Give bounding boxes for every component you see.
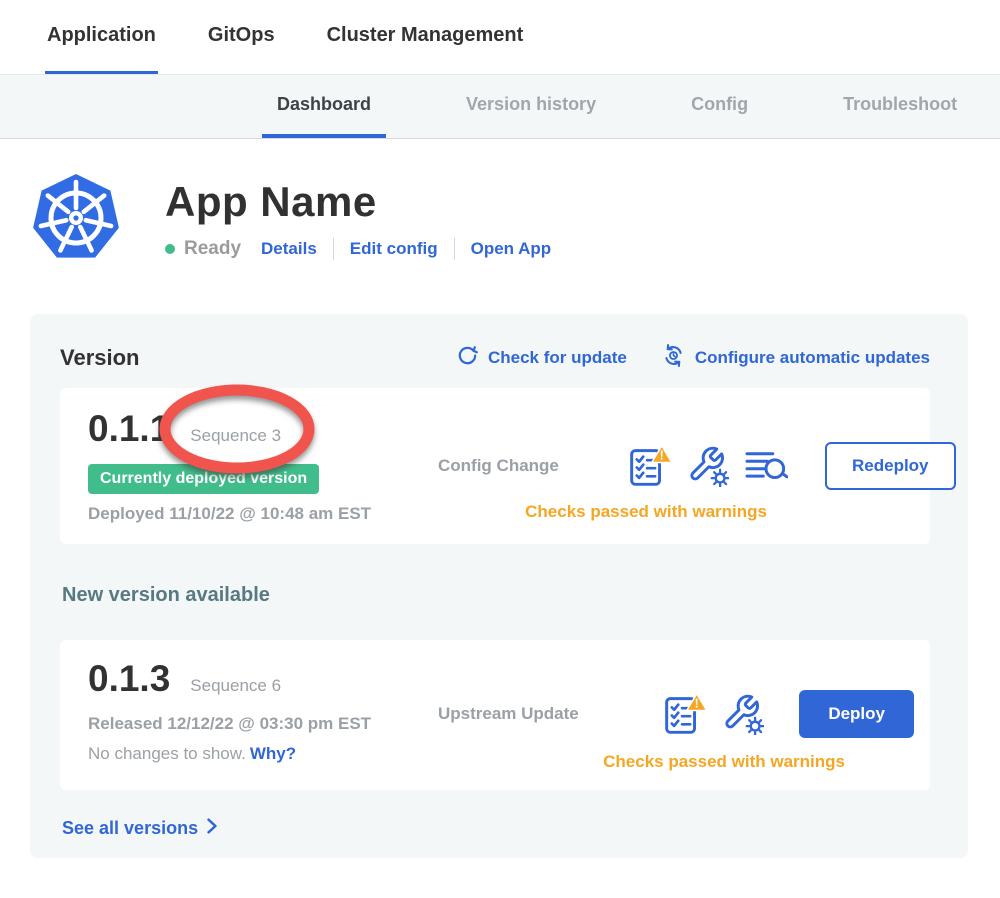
tab-config[interactable]: Config xyxy=(676,75,763,138)
page-title: App Name xyxy=(165,178,551,226)
svg-text:!: ! xyxy=(695,697,699,711)
config-edit-icon[interactable] xyxy=(687,445,729,487)
edit-config-link[interactable]: Edit config xyxy=(350,239,438,259)
kubernetes-logo-icon xyxy=(30,172,122,264)
new-version-card: 0.1.3 Sequence 6 Released 12/12/22 @ 03:… xyxy=(60,640,930,790)
check-for-update-label: Check for update xyxy=(488,348,627,368)
chevron-right-icon xyxy=(206,818,218,839)
tab-cluster-management[interactable]: Cluster Management xyxy=(325,0,526,74)
new-version-source-label: Upstream Update xyxy=(438,704,628,724)
preflight-checks-warning-icon[interactable]: ! xyxy=(663,692,707,736)
primary-nav: Application GitOps Cluster Management xyxy=(0,0,1000,75)
divider xyxy=(333,238,334,260)
new-sequence-label: Sequence 6 xyxy=(190,676,281,696)
status-dot-icon xyxy=(165,244,175,254)
secondary-nav: Dashboard Version history Config Trouble… xyxy=(0,75,1000,139)
divider xyxy=(454,238,455,260)
status-text: Ready xyxy=(184,238,241,260)
see-all-versions-link[interactable]: See all versions xyxy=(62,818,218,839)
tab-dashboard[interactable]: Dashboard xyxy=(262,75,386,138)
details-link[interactable]: Details xyxy=(261,239,317,259)
current-version-number: 0.1.1 xyxy=(88,408,170,450)
preflight-status-text: Checks passed with warnings xyxy=(603,752,845,772)
deployed-status-badge: Currently deployed version xyxy=(88,464,319,494)
tab-version-history[interactable]: Version history xyxy=(451,75,611,138)
tab-application[interactable]: Application xyxy=(45,0,158,74)
current-sequence-label: Sequence 3 xyxy=(190,426,281,446)
preflight-status-text: Checks passed with warnings xyxy=(525,502,767,522)
new-version-number: 0.1.3 xyxy=(88,658,170,700)
configure-automatic-updates-label: Configure automatic updates xyxy=(695,348,930,368)
version-heading: Version xyxy=(60,345,139,371)
view-files-icon[interactable] xyxy=(744,447,788,485)
svg-text:!: ! xyxy=(660,449,664,463)
config-edit-icon[interactable] xyxy=(722,693,764,735)
app-status-row: Ready Details Edit config Open App xyxy=(165,238,551,260)
check-for-update-link[interactable]: Check for update xyxy=(456,344,627,372)
see-all-versions-label: See all versions xyxy=(62,818,198,839)
deploy-button[interactable]: Deploy xyxy=(799,690,914,738)
configure-automatic-updates-link[interactable]: Configure automatic updates xyxy=(661,343,930,373)
tab-troubleshoot[interactable]: Troubleshoot xyxy=(828,75,972,138)
new-version-heading: New version available xyxy=(62,584,930,607)
released-timestamp: Released 12/12/22 @ 03:30 pm EST xyxy=(88,714,438,734)
tab-gitops[interactable]: GitOps xyxy=(206,0,277,74)
current-version-card: 0.1.1 Sequence 3 Currently deployed vers… xyxy=(60,388,930,544)
deployed-timestamp: Deployed 11/10/22 @ 10:48 am EST xyxy=(88,504,438,524)
app-header: App Name Ready Details Edit config Open … xyxy=(30,172,1000,264)
redeploy-button[interactable]: Redeploy xyxy=(825,442,956,490)
no-changes-text: No changes to show. xyxy=(88,744,246,763)
preflight-checks-warning-icon[interactable]: ! xyxy=(628,444,672,488)
why-link[interactable]: Why? xyxy=(250,744,296,763)
version-panel: Version Check for update xyxy=(30,314,968,858)
refresh-icon xyxy=(456,344,479,372)
auto-update-schedule-icon xyxy=(661,343,686,373)
current-version-source-label: Config Change xyxy=(438,456,628,476)
open-app-link[interactable]: Open App xyxy=(471,239,552,259)
